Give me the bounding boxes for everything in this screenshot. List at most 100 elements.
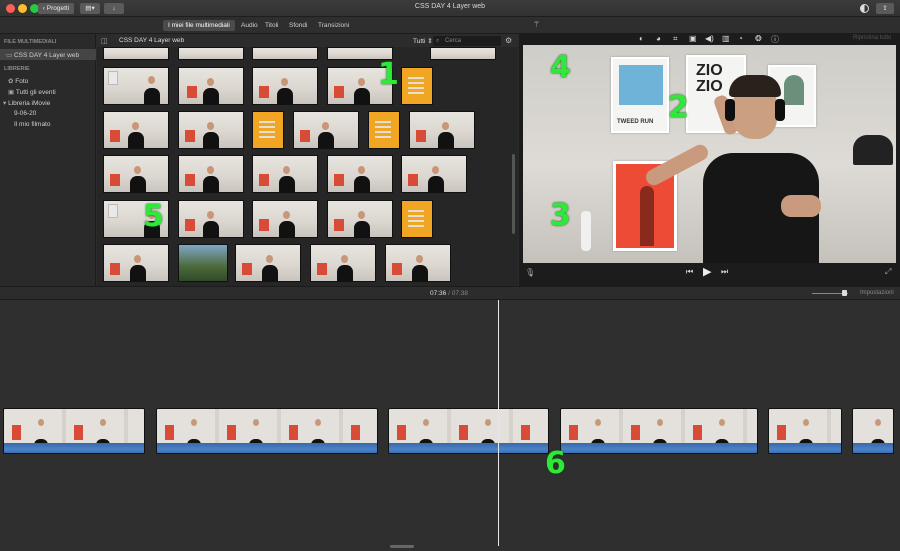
- media-thumbnail[interactable]: [103, 244, 169, 282]
- title-thumbnail[interactable]: [401, 67, 433, 105]
- media-thumbnail[interactable]: [178, 47, 244, 60]
- viewer-adjust-toolbar: ◐ ◕ ⌗ ▣ ◀) ▥ ◔ ❂ ⓘ Ripristina tutto: [519, 34, 900, 44]
- noise-reduction-icon[interactable]: ▥: [722, 34, 730, 43]
- share-button[interactable]: ⇪: [876, 3, 894, 14]
- media-thumbnail[interactable]: [103, 67, 169, 105]
- poster-tweed-run: TWEED RUN: [611, 57, 669, 133]
- timeline-clip[interactable]: [156, 408, 378, 454]
- title-thumbnail[interactable]: [252, 111, 284, 149]
- media-thumbnail[interactable]: [178, 200, 244, 238]
- media-section-header: FILE MULTIMEDIALI: [4, 39, 57, 45]
- sidebar-item-my-movie[interactable]: Il mio filmato: [14, 121, 50, 128]
- media-thumbnail[interactable]: [252, 155, 318, 193]
- sidebar-item-photos[interactable]: ✿ Foto: [8, 77, 28, 85]
- settings-gear-icon[interactable]: ⚙: [505, 36, 512, 45]
- media-thumbnail[interactable]: [430, 47, 496, 60]
- stabilization-icon[interactable]: ▣: [689, 34, 697, 43]
- title-thumbnail[interactable]: [368, 111, 400, 149]
- film-icon: ▭: [6, 52, 14, 59]
- media-thumbnail[interactable]: [178, 67, 244, 105]
- media-thumbnail[interactable]: [252, 67, 318, 105]
- media-thumbnail[interactable]: [310, 244, 376, 282]
- annotation-label: 5: [143, 199, 164, 234]
- poster-text: TWEED RUN: [617, 119, 654, 125]
- viewer-panel: ◐ ◕ ⌗ ▣ ◀) ▥ ◔ ❂ ⓘ Ripristina tutto TWEE…: [519, 34, 900, 286]
- media-thumbnail[interactable]: [178, 111, 244, 149]
- updown-chevron-icon: ⇕: [427, 38, 433, 45]
- timeline-settings-button[interactable]: Impostazioni: [860, 290, 894, 296]
- tab-my-media[interactable]: I miei file multimediali: [163, 20, 235, 31]
- playhead[interactable]: [498, 300, 499, 546]
- video-preview: TWEED RUN ZIO ZIO: [523, 45, 896, 263]
- media-thumbnail[interactable]: [327, 200, 393, 238]
- timeline-clip[interactable]: [3, 408, 145, 454]
- poster-text: ZIO: [696, 62, 723, 79]
- clip-filter-icon[interactable]: ❂: [755, 34, 762, 43]
- color-balance-icon[interactable]: ◐: [639, 34, 644, 43]
- skip-back-icon[interactable]: ⏮: [686, 267, 693, 277]
- browser-title: CSS DAY 4 Layer web: [119, 37, 185, 44]
- fullscreen-icon[interactable]: ⤢: [885, 267, 891, 277]
- sidebar-item-label: Foto: [15, 78, 29, 85]
- annotation-label: 1: [378, 57, 399, 92]
- filter-label: Tutti: [413, 38, 426, 45]
- magic-wand-icon[interactable]: ⚚: [533, 20, 540, 29]
- media-thumbnail[interactable]: [252, 47, 318, 60]
- media-thumbnail[interactable]: [103, 111, 169, 149]
- sidebar-item-label: Tutti gli eventi: [15, 89, 56, 96]
- poster-text: ZIO: [696, 78, 723, 95]
- media-thumbnail[interactable]: [103, 47, 169, 60]
- timecode-display: 07:36 / 07:38: [430, 290, 468, 297]
- media-thumbnail[interactable]: [252, 200, 318, 238]
- sidebar-item-label: Libreria iMovie: [8, 100, 51, 107]
- microphone-icon[interactable]: 🎙: [525, 268, 535, 277]
- browser-scrollbar[interactable]: [512, 154, 515, 234]
- sidebar-toggle-icon[interactable]: ◫: [101, 37, 108, 45]
- sidebar-item-all-events[interactable]: ▣ Tutti gli eventi: [8, 88, 56, 96]
- title-thumbnail[interactable]: [401, 200, 433, 238]
- volume-icon[interactable]: ◀): [705, 34, 714, 43]
- theme-toggle-icon[interactable]: [860, 4, 869, 13]
- play-icon[interactable]: ▶: [703, 265, 711, 278]
- search-field[interactable]: ⌕ Cerca: [433, 36, 501, 46]
- timeline-clip[interactable]: [560, 408, 758, 454]
- media-thumbnail[interactable]: [178, 155, 244, 193]
- tab-backgrounds[interactable]: Sfondi: [284, 20, 312, 31]
- tab-audio[interactable]: Audio: [236, 20, 263, 31]
- filter-dropdown[interactable]: Tutti ⇕: [413, 37, 433, 45]
- timeline-clip[interactable]: [768, 408, 842, 454]
- speed-icon[interactable]: ◔: [738, 34, 743, 43]
- person-arm-right: [781, 195, 821, 217]
- zoom-slider-knob[interactable]: [842, 290, 847, 296]
- annotation-label: 3: [550, 198, 571, 233]
- tab-titles[interactable]: Titoli: [260, 20, 283, 31]
- browser-header: ◫ CSS DAY 4 Layer web Tutti ⇕ ⌕ Cerca ⚙: [97, 34, 518, 47]
- time-separator: /: [448, 290, 450, 297]
- info-icon[interactable]: ⓘ: [771, 34, 779, 45]
- media-thumbnail[interactable]: [401, 155, 467, 193]
- color-correction-icon[interactable]: ◕: [656, 34, 661, 43]
- search-icon: ⌕: [436, 38, 440, 44]
- media-thumbnail[interactable]: [293, 111, 359, 149]
- sidebar-item-imovie-library[interactable]: ▾ Libreria iMovie: [3, 99, 50, 107]
- media-thumbnail[interactable]: [103, 155, 169, 193]
- tab-transitions[interactable]: Transizioni: [313, 20, 354, 31]
- media-thumbnail[interactable]: [385, 244, 451, 282]
- skip-forward-icon[interactable]: ⏭: [721, 267, 728, 277]
- events-icon: ▣: [8, 89, 16, 96]
- media-thumbnail[interactable]: [409, 111, 475, 149]
- sidebar-item-event-date[interactable]: 9-06-20: [14, 110, 36, 117]
- media-thumbnail[interactable]: [327, 155, 393, 193]
- timeline-resize-handle[interactable]: [390, 545, 414, 548]
- timeline-toolbar: 07:36 / 07:38 Impostazioni: [0, 286, 900, 300]
- landscape-thumbnail[interactable]: [178, 244, 228, 282]
- timeline-clip[interactable]: [852, 408, 894, 454]
- media-browser: ◫ CSS DAY 4 Layer web Tutti ⇕ ⌕ Cerca ⚙: [97, 34, 518, 286]
- reset-all-button[interactable]: Ripristina tutto: [853, 35, 891, 41]
- media-thumbnail[interactable]: [235, 244, 301, 282]
- share-icon: ⇪: [882, 5, 888, 12]
- crop-icon[interactable]: ⌗: [673, 34, 678, 44]
- timeline-clip[interactable]: [388, 408, 549, 454]
- libraries-sidebar: FILE MULTIMEDIALI ▭ CSS DAY 4 Layer web …: [0, 34, 96, 286]
- current-time: 07:36: [430, 290, 447, 297]
